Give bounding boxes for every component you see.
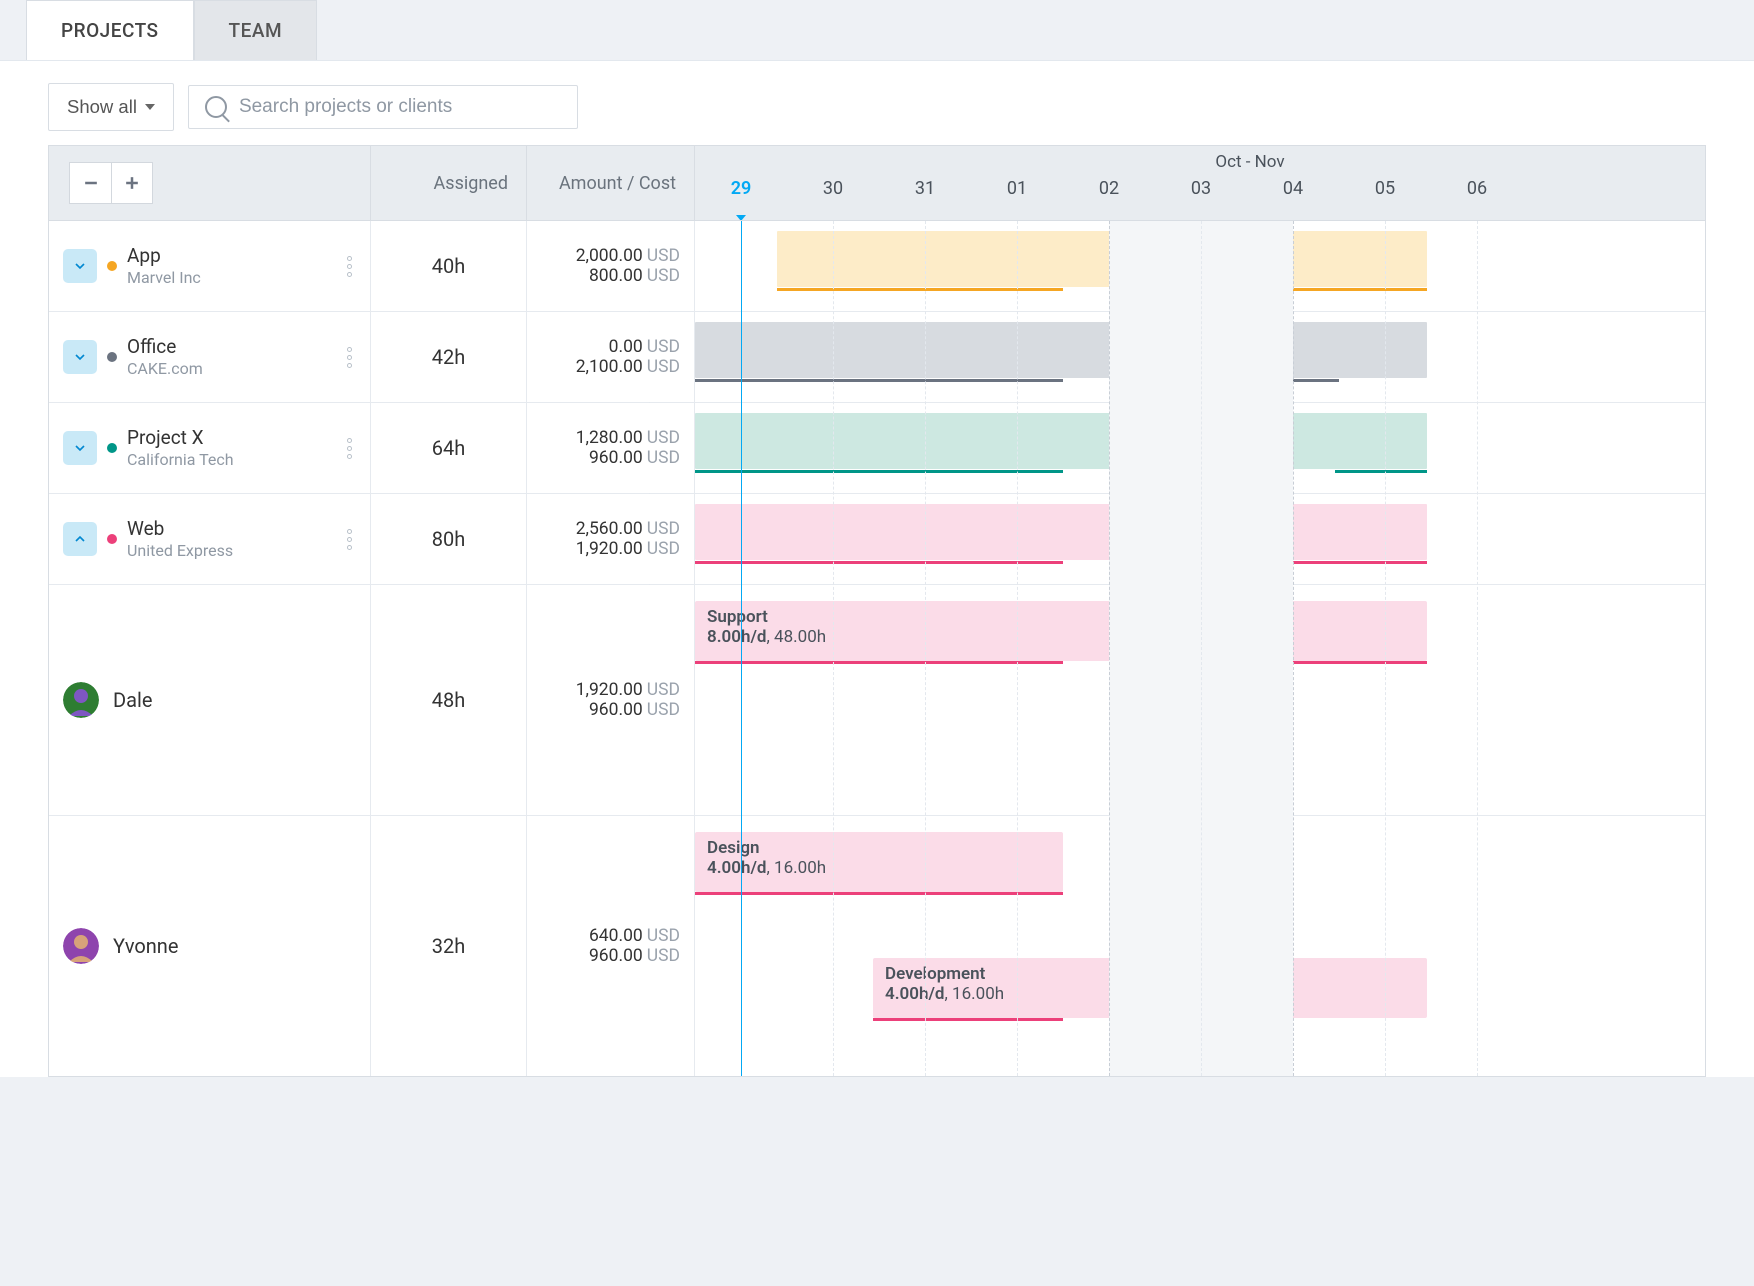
amount-cost-cell: 2,000.00USD800.00USD	[527, 221, 695, 311]
assigned-value: 48h	[371, 585, 527, 815]
task-title: Support	[707, 607, 1415, 627]
task-bar[interactable]: Development4.00h/d, 16.00h	[873, 958, 1427, 1018]
assignee-name[interactable]: Yvonne	[113, 934, 178, 958]
timeline-cell[interactable]: Support8.00h/d, 48.00h	[695, 585, 1705, 815]
task-title: Development	[885, 964, 1415, 984]
project-color-dot	[107, 352, 117, 362]
row-toggle[interactable]	[63, 431, 97, 465]
avatar	[63, 682, 99, 718]
schedule-bar[interactable]	[695, 322, 1427, 378]
assigned-value: 80h	[371, 494, 527, 584]
day-header: 02	[1063, 178, 1155, 218]
project-name: App	[127, 244, 333, 268]
project-row: Project XCalifornia Tech 64h1,280.00USD96…	[49, 403, 1705, 494]
chevron-down-icon	[145, 104, 155, 110]
task-detail: 4.00h/d, 16.00h	[707, 858, 1051, 878]
schedule-bar[interactable]	[695, 504, 1427, 560]
schedule-bar[interactable]	[695, 413, 1427, 469]
amount-cost-cell: 640.00USD960.00USD	[527, 816, 695, 1076]
project-label[interactable]: OfficeCAKE.com	[127, 335, 333, 379]
tabs-bar: PROJECTS TEAM	[0, 0, 1754, 61]
project-name: Web	[127, 517, 333, 541]
assignee-row: Yvonne32h640.00USD960.00USDDesign4.00h/d…	[49, 816, 1705, 1076]
task-title: Design	[707, 838, 1051, 858]
day-header: 05	[1339, 178, 1431, 218]
task-bar[interactable]: Design4.00h/d, 16.00h	[695, 832, 1063, 892]
day-header: 06	[1431, 178, 1523, 218]
tab-projects[interactable]: PROJECTS	[26, 0, 194, 60]
grid-header: Assigned Amount / Cost Oct - Nov 2930310…	[48, 145, 1706, 220]
drag-handle-icon[interactable]	[343, 252, 356, 281]
collapse-all-button[interactable]	[69, 162, 111, 204]
drag-handle-icon[interactable]	[343, 525, 356, 554]
project-color-dot	[107, 261, 117, 271]
timeline-cell[interactable]	[695, 221, 1705, 311]
timeline-header: Oct - Nov 293031010203040506	[695, 146, 1705, 220]
search-field-wrap[interactable]	[188, 85, 578, 129]
project-client: California Tech	[127, 450, 333, 470]
project-name: Office	[127, 335, 333, 359]
assigned-value: 40h	[371, 221, 527, 311]
task-detail: 4.00h/d, 16.00h	[885, 984, 1415, 1004]
assignee-row: Dale48h1,920.00USD960.00USDSupport8.00h/…	[49, 585, 1705, 816]
project-color-dot	[107, 534, 117, 544]
assigned-value: 64h	[371, 403, 527, 493]
expand-all-button[interactable]	[111, 162, 153, 204]
drag-handle-icon[interactable]	[343, 343, 356, 372]
day-header: 03	[1155, 178, 1247, 218]
month-range-label: Oct - Nov	[890, 146, 1610, 174]
expand-controls	[49, 146, 371, 220]
day-header: 04	[1247, 178, 1339, 218]
project-label[interactable]: AppMarvel Inc	[127, 244, 333, 288]
assigned-value: 32h	[371, 816, 527, 1076]
drag-handle-icon[interactable]	[343, 434, 356, 463]
day-header: 31	[879, 178, 971, 218]
project-label[interactable]: WebUnited Express	[127, 517, 333, 561]
amount-cost-cell: 0.00USD2,100.00USD	[527, 312, 695, 402]
timeline-cell[interactable]	[695, 403, 1705, 493]
tab-team[interactable]: TEAM	[194, 0, 318, 60]
filter-label: Show all	[67, 96, 137, 118]
day-header: 30	[787, 178, 879, 218]
assigned-value: 42h	[371, 312, 527, 402]
schedule-bar[interactable]	[777, 231, 1427, 287]
assignee-name[interactable]: Dale	[113, 688, 152, 712]
avatar	[63, 928, 99, 964]
project-client: CAKE.com	[127, 359, 333, 379]
project-color-dot	[107, 443, 117, 453]
day-header: 01	[971, 178, 1063, 218]
project-name: Project X	[127, 426, 333, 450]
row-toggle[interactable]	[63, 522, 97, 556]
project-client: United Express	[127, 541, 333, 561]
project-row: OfficeCAKE.com 42h0.00USD2,100.00USD	[49, 312, 1705, 403]
project-row: AppMarvel Inc 40h2,000.00USD800.00USD	[49, 221, 1705, 312]
timeline-cell[interactable]: Design4.00h/d, 16.00hDevelopment4.00h/d,…	[695, 816, 1705, 1076]
project-client: Marvel Inc	[127, 268, 333, 288]
column-amount: Amount / Cost	[527, 146, 695, 220]
today-indicator	[741, 221, 742, 1076]
amount-cost-cell: 2,560.00USD1,920.00USD	[527, 494, 695, 584]
search-icon	[205, 96, 227, 118]
timeline-cell[interactable]	[695, 312, 1705, 402]
amount-cost-cell: 1,920.00USD960.00USD	[527, 585, 695, 815]
search-input[interactable]	[239, 96, 561, 118]
toolbar: Show all	[0, 61, 1754, 145]
row-toggle[interactable]	[63, 249, 97, 283]
amount-cost-cell: 1,280.00USD960.00USD	[527, 403, 695, 493]
project-row: WebUnited Express 80h2,560.00USD1,920.00U…	[49, 494, 1705, 585]
day-header: 29	[695, 178, 787, 218]
task-bar[interactable]: Support8.00h/d, 48.00h	[695, 601, 1427, 661]
timeline-cell[interactable]	[695, 494, 1705, 584]
task-detail: 8.00h/d, 48.00h	[707, 627, 1415, 647]
project-label[interactable]: Project XCalifornia Tech	[127, 426, 333, 470]
column-assigned: Assigned	[371, 146, 527, 220]
filter-dropdown[interactable]: Show all	[48, 83, 174, 131]
row-toggle[interactable]	[63, 340, 97, 374]
